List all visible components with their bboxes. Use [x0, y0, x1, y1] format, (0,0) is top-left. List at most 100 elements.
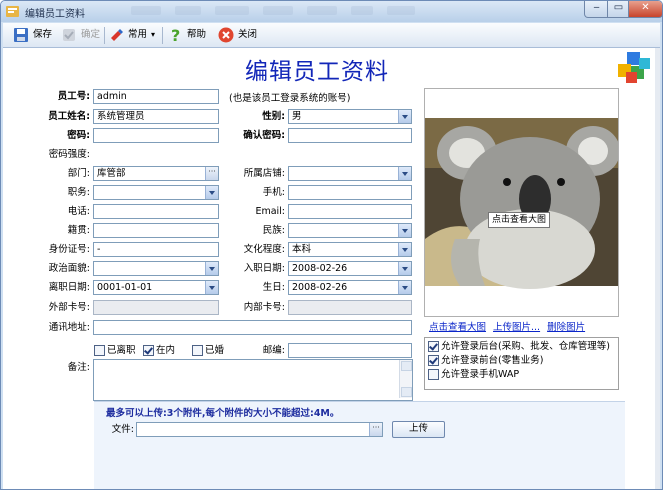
- confirm-button[interactable]: 确定: [61, 26, 105, 44]
- save-label: 保存: [33, 29, 53, 40]
- chevron-down-icon[interactable]: [398, 262, 411, 275]
- svg-text:?: ?: [171, 27, 180, 43]
- chevron-down-icon[interactable]: [398, 224, 411, 237]
- attachment-limit-note: 最多可以上传:3个附件,每个附件的大小不能超过:4M。: [106, 408, 340, 419]
- file-path-field[interactable]: ···: [136, 422, 383, 437]
- permission-backend-label: 允许登录后台(采购、批发、仓库管理等): [441, 341, 610, 352]
- employee-name-label: 员工姓名:: [48, 111, 90, 122]
- internal-card-label: 内部卡号:: [243, 302, 285, 313]
- mobile-field[interactable]: [288, 185, 412, 200]
- department-field[interactable]: 库管部 ···: [93, 166, 219, 181]
- postcode-field[interactable]: [288, 343, 412, 358]
- attachment-panel: 最多可以上传:3个附件,每个附件的大小不能超过:4M。 文件: ··· 上传: [94, 401, 625, 489]
- koala-photo[interactable]: [425, 89, 618, 316]
- native-place-field[interactable]: [93, 223, 219, 238]
- employee-no-field[interactable]: admin: [93, 89, 219, 104]
- close-window-button[interactable]: ✕: [628, 1, 662, 18]
- chevron-down-icon[interactable]: [205, 262, 218, 275]
- confirm-password-field[interactable]: [288, 128, 412, 143]
- upload-image-link[interactable]: 上传图片...: [493, 322, 540, 333]
- password-strength-label: 密码强度:: [48, 149, 90, 160]
- political-status-label: 政治面貌:: [48, 263, 90, 274]
- chevron-down-icon[interactable]: [398, 110, 411, 123]
- toolbar-separator: [162, 27, 163, 44]
- chevron-down-icon[interactable]: [398, 281, 411, 294]
- confirm-label: 确定: [81, 29, 101, 40]
- birthday-field[interactable]: 2008-02-26: [288, 280, 412, 295]
- married-checkbox-box[interactable]: [192, 345, 203, 356]
- email-label: Email:: [255, 206, 285, 217]
- scroll-up-button[interactable]: [401, 361, 412, 371]
- hire-date-value: 2008-02-26: [292, 263, 348, 274]
- ethnicity-select[interactable]: [288, 223, 412, 238]
- ethnicity-label: 民族:: [262, 225, 285, 236]
- help-button[interactable]: ? 帮助: [168, 26, 212, 44]
- close-button[interactable]: 关闭: [218, 26, 262, 44]
- permission-frontend-checkbox[interactable]: [428, 355, 439, 366]
- browse-button[interactable]: ···: [205, 167, 218, 180]
- hire-date-field[interactable]: 2008-02-26: [288, 261, 412, 276]
- phone-field[interactable]: [93, 204, 219, 219]
- delete-image-link[interactable]: 删除图片: [547, 322, 585, 333]
- education-value: 本科: [292, 244, 312, 255]
- maximize-button[interactable]: ▭: [607, 1, 630, 18]
- chevron-down-icon[interactable]: [398, 167, 411, 180]
- password-field[interactable]: [93, 128, 219, 143]
- photo-links: 点击查看大图 上传图片... 删除图片: [429, 319, 592, 333]
- common-menu-button[interactable]: 常用 ▾: [109, 26, 161, 44]
- id-number-label: 身份证号:: [48, 244, 90, 255]
- position-select[interactable]: [93, 185, 219, 200]
- permission-backend-checkbox[interactable]: [428, 341, 439, 352]
- department-value: 库管部: [97, 168, 126, 179]
- title-bar-glass: [131, 6, 511, 17]
- remarks-label: 备注:: [67, 362, 90, 373]
- leave-date-label: 离职日期:: [48, 282, 90, 293]
- form-content: 编辑员工资料 员工号: admin (也是该员工登录系统的账号) 员工姓名: 系…: [3, 48, 660, 489]
- id-number-field[interactable]: -: [93, 242, 219, 257]
- onsite-checkbox-box[interactable]: [143, 345, 154, 356]
- onsite-checkbox-label: 在内: [156, 345, 176, 356]
- remarks-textarea[interactable]: [93, 359, 413, 401]
- page-title: 编辑员工资料: [245, 59, 389, 85]
- chevron-down-icon[interactable]: [205, 186, 218, 199]
- help-icon: ?: [171, 27, 180, 43]
- minimize-button[interactable]: ‒: [584, 1, 609, 18]
- gender-label: 性别:: [262, 111, 285, 122]
- political-status-select[interactable]: [93, 261, 219, 276]
- common-label: 常用: [128, 29, 148, 40]
- remarks-scrollbar[interactable]: [399, 360, 412, 398]
- permission-frontend-label: 允许登录前台(零售业务): [441, 355, 544, 366]
- chevron-down-icon[interactable]: [398, 243, 411, 256]
- leave-date-field[interactable]: 0001-01-01: [93, 280, 219, 295]
- education-select[interactable]: 本科: [288, 242, 412, 257]
- birthday-label: 生日:: [262, 282, 285, 293]
- permission-wap-checkbox[interactable]: [428, 369, 439, 380]
- save-button[interactable]: 保存: [13, 26, 57, 44]
- employee-no-label: 员工号:: [57, 91, 90, 102]
- department-label: 部门:: [67, 168, 90, 179]
- view-large-image-link[interactable]: 点击查看大图: [429, 322, 486, 333]
- window-title: 编辑员工资料: [25, 9, 85, 20]
- education-label: 文化程度:: [243, 244, 285, 255]
- email-field[interactable]: [288, 204, 412, 219]
- chevron-down-icon[interactable]: [205, 281, 218, 294]
- store-select[interactable]: [288, 166, 412, 181]
- employee-edit-window: 编辑员工资料 ‒ ▭ ✕ 保存 确定 常用 ▾ ? 帮助 关闭 编辑员工资料 员…: [0, 0, 663, 490]
- internal-card-field[interactable]: [288, 300, 412, 315]
- address-field[interactable]: [93, 320, 412, 335]
- gender-value: 男: [292, 111, 302, 122]
- photo-tooltip: 点击查看大图: [488, 212, 551, 228]
- title-bar[interactable]: 编辑员工资料 ‒ ▭ ✕: [1, 1, 662, 22]
- position-label: 职务:: [67, 187, 90, 198]
- gender-select[interactable]: 男: [288, 109, 412, 124]
- external-card-field[interactable]: [93, 300, 219, 315]
- browse-file-button[interactable]: ···: [369, 423, 382, 436]
- left-checkbox-box[interactable]: [94, 345, 105, 356]
- common-icon: [111, 29, 123, 41]
- scroll-down-button[interactable]: [401, 387, 412, 397]
- employee-name-field[interactable]: 系统管理员: [93, 109, 219, 124]
- external-card-label: 外部卡号:: [48, 302, 90, 313]
- employee-photo[interactable]: 点击查看大图: [424, 88, 619, 317]
- upload-button[interactable]: 上传: [392, 421, 445, 438]
- file-label: 文件:: [111, 424, 134, 435]
